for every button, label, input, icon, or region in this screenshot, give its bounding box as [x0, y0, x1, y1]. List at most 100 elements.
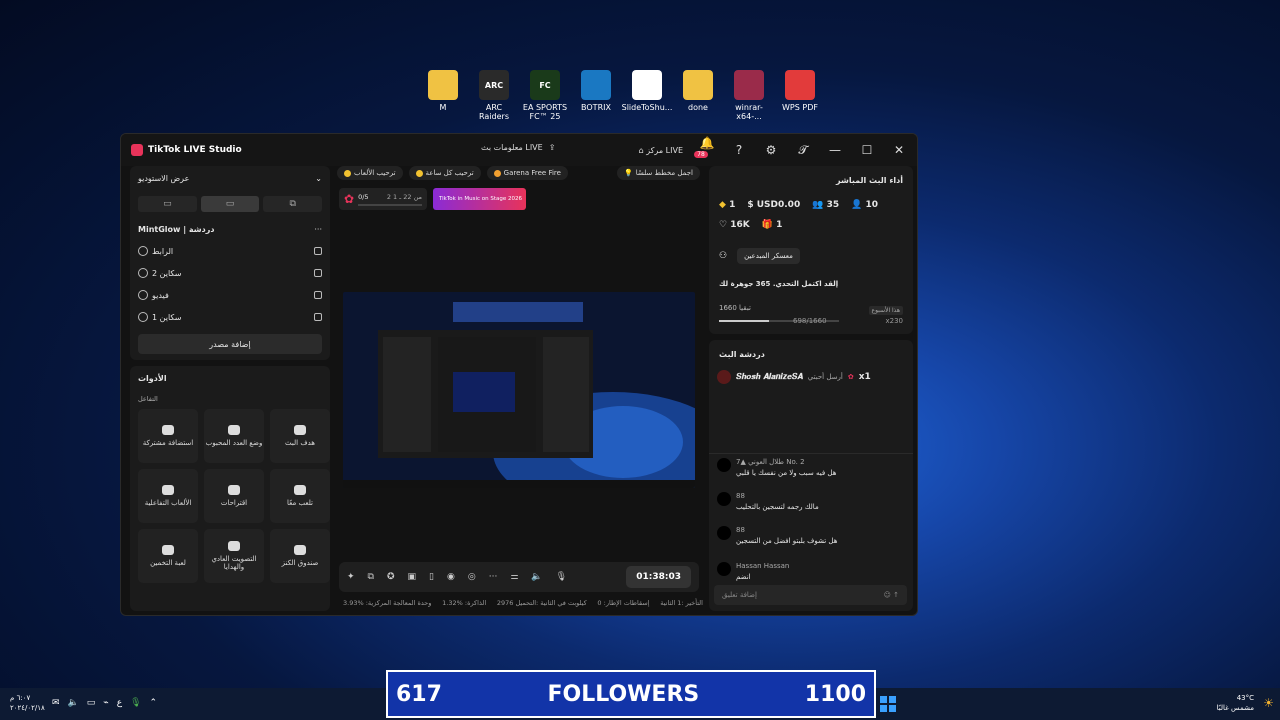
desktop-icon[interactable]: M	[420, 70, 466, 121]
desktop-icon-label: WPS PDF	[782, 103, 818, 112]
chat-text: هل تشوف بلبتو افضل من التسجين	[736, 537, 838, 545]
more-icon[interactable]: ···	[489, 572, 498, 582]
chat-text: انضم	[736, 573, 751, 581]
goal-value: 0/5	[358, 192, 369, 201]
microphone-icon[interactable]: 🎙	[556, 572, 567, 582]
desktop-icon[interactable]: BOTRIX	[573, 70, 619, 121]
battery-tray-icon[interactable]: ▭	[87, 698, 96, 708]
help-icon[interactable]: ?	[731, 143, 747, 157]
source-item[interactable]: فيديو	[130, 284, 330, 306]
tool-icon	[162, 425, 174, 435]
source-item[interactable]: سكاين 1	[130, 306, 330, 328]
windows-start-icon[interactable]	[880, 696, 896, 712]
add-source-button[interactable]: إضافة مصدر	[138, 334, 322, 354]
desktop-icon[interactable]: winrar-x64-...	[726, 70, 772, 121]
desktop-icon[interactable]: SlideToShu...	[622, 70, 672, 121]
volume-tray-icon[interactable]: 🔈	[68, 698, 79, 708]
layout-option-2[interactable]: ▭	[200, 196, 260, 212]
tool-tile[interactable]: اقتراحات	[204, 469, 264, 523]
tool-tile[interactable]: الألعاب التفاعلية	[138, 469, 198, 523]
desktop-icon[interactable]: FC EA SPORTS FC™ 25	[522, 70, 568, 121]
stream-info-button[interactable]: معلومات بث LIVE ⇪	[481, 143, 555, 152]
creator-camp-button[interactable]: معسكر المبدعين	[737, 248, 800, 264]
title-bar: TikTok LIVE Studio معلومات بث LIVE ⇪ ⌂ م…	[121, 134, 917, 166]
chat-divider	[709, 453, 913, 454]
pill-game[interactable]: Garena Free Fire	[486, 166, 568, 180]
overlay-icon[interactable]: ⧉	[368, 572, 374, 582]
tool-tile[interactable]: هدف البث	[270, 409, 330, 463]
left-column: عرض الاستوديو ⌄ ▭ ▭ ⧉ MintGlow | دردشة ···…	[130, 166, 330, 611]
ai-icon[interactable]: ✪	[387, 572, 395, 582]
more-icon[interactable]: ···	[314, 225, 322, 234]
studio-view-dropdown[interactable]: عرض الاستوديو ⌄	[130, 166, 330, 190]
network-tray-icon[interactable]: ⌁	[103, 698, 108, 708]
chat-tray-icon[interactable]: ✉	[52, 698, 60, 708]
pill-hourly-welcome[interactable]: ترحيب كل ساعة	[408, 166, 481, 180]
tool-label: وضع العدد المحبوب	[205, 439, 263, 447]
desktop-icon[interactable]: WPS PDF	[777, 70, 823, 121]
send-icon[interactable]: ↑	[893, 591, 899, 599]
layout-option-3[interactable]: ⧉	[263, 196, 323, 212]
gift-goal-widget[interactable]: ✿ 0/5 من 22 ـ 1 2	[339, 188, 427, 210]
live-center-button[interactable]: ⌂ مركز LIVE	[639, 146, 683, 155]
gear-icon[interactable]: ⚙	[763, 143, 779, 157]
tool-icon	[294, 485, 306, 495]
record-icon[interactable]: ◉	[447, 572, 455, 582]
source-label: سكاين 2	[152, 268, 182, 278]
scene-header[interactable]: MintGlow | دردشة ···	[130, 218, 330, 240]
phone-icon[interactable]: ▯	[429, 572, 434, 582]
app-icon	[428, 70, 458, 100]
tool-label: اقتراحات	[220, 499, 248, 507]
language-indicator[interactable]: ع	[117, 698, 122, 708]
tool-icon	[294, 545, 306, 555]
tool-tile[interactable]: تلعب معًا	[270, 469, 330, 523]
lock-icon[interactable]	[314, 313, 322, 321]
source-item[interactable]: الرابط	[130, 240, 330, 262]
stream-preview[interactable]	[343, 292, 695, 488]
live-performance-panel: أداء البث المباشر ◆ 1 $ USD0.00 👥 35 👤 1…	[709, 166, 913, 334]
weather-widget[interactable]: 43°C مشمس غالبًا	[1217, 693, 1254, 713]
volume-icon[interactable]: 🔈	[531, 572, 542, 582]
play-icon	[138, 290, 148, 300]
effects-icon[interactable]: ✦	[347, 572, 355, 582]
tool-tile[interactable]: لعبة التخمين	[138, 529, 198, 583]
clock[interactable]: ٦:٠٧ م ٢٠٢٤/٠٢/١٨	[10, 693, 45, 713]
tiktok-logo-icon	[131, 144, 143, 156]
maximize-button[interactable]: ☐	[859, 143, 875, 157]
close-button[interactable]: ✕	[891, 143, 907, 157]
rose-icon: ✿	[344, 192, 355, 206]
diamond-icon: ◆	[719, 200, 726, 210]
tip-pill[interactable]: 💡 اجمل مخطط سلسًا	[616, 166, 700, 180]
media-icon[interactable]: ▣	[408, 572, 417, 582]
tool-tile[interactable]: صندوق الكنز	[270, 529, 330, 583]
mic-tray-icon[interactable]: 🎙	[130, 698, 141, 708]
minimize-button[interactable]: —	[827, 143, 843, 157]
lock-icon[interactable]	[314, 291, 322, 299]
pill-label: ترحيب الألعاب	[354, 169, 396, 177]
pill-games-welcome[interactable]: ترحيب الألعاب	[337, 166, 403, 180]
profile-icon[interactable]: 𝓣	[795, 143, 811, 158]
desktop-icon[interactable]: ARC ARC Raiders	[471, 70, 517, 121]
tool-tile[interactable]: استضافة مشتركة	[138, 409, 198, 463]
gift-user: 𝑺𝒉𝒐𝒔𝒉 𝑨𝒍𝒂𝒏𝒊𝒛𝒆𝑺𝑨	[736, 372, 803, 381]
desktop-icon-label: winrar-x64-...	[735, 103, 763, 121]
lock-icon[interactable]	[314, 247, 322, 255]
camera-switch-icon[interactable]: ◎	[468, 572, 476, 582]
bell-icon[interactable]: 🔔78	[694, 136, 715, 164]
layout-option-1[interactable]: ▭	[138, 196, 197, 212]
tool-icon	[228, 425, 240, 435]
emoji-icon[interactable]: ☺	[884, 591, 891, 599]
lock-icon[interactable]	[314, 269, 322, 277]
source-item[interactable]: سكاين 2	[130, 262, 330, 284]
desktop-icon[interactable]: done	[675, 70, 721, 121]
live-timer[interactable]: 01:38:03	[626, 566, 691, 588]
chat-user: 88	[736, 526, 745, 534]
settings-sliders-icon[interactable]: ⚌	[510, 572, 518, 582]
music-on-stage-banner[interactable]: TikTok in Music on Stage 2026	[433, 188, 526, 210]
comment-input[interactable]: إضافة تعليق ☺ ↑	[714, 585, 907, 605]
chevron-up-icon[interactable]: ⌃	[150, 698, 158, 708]
tool-tile[interactable]: التصويت العادي والهدايا	[204, 529, 264, 583]
gift-text: أرسل أحبتي	[807, 373, 843, 381]
tool-tile[interactable]: وضع العدد المحبوب	[204, 409, 264, 463]
user-add-icon[interactable]: ⚇	[719, 251, 727, 261]
